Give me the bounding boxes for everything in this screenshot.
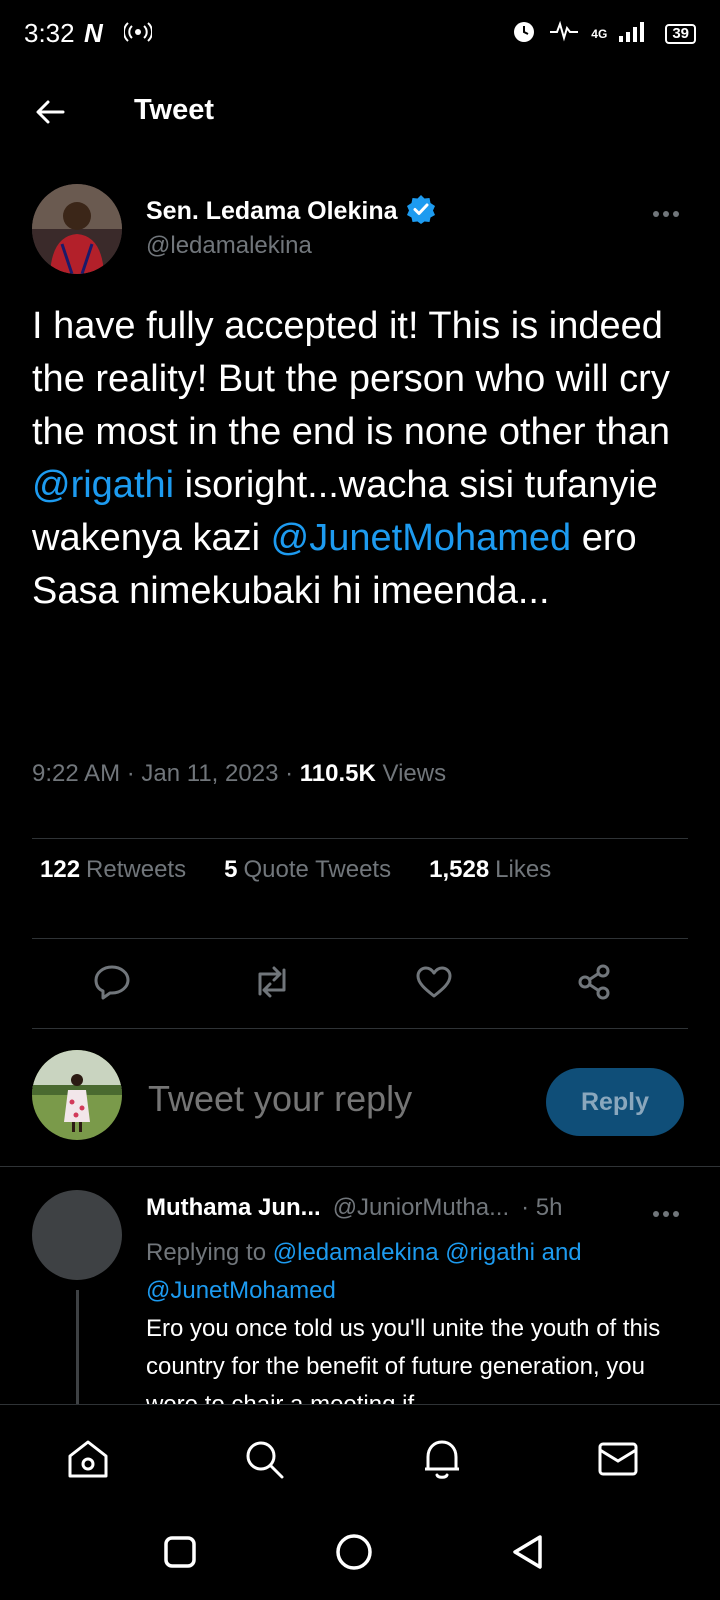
likes-stat[interactable]: 1,528 Likes: [429, 856, 551, 884]
quote-tweets-stat[interactable]: 5 Quote Tweets: [224, 856, 391, 884]
nav-messages-button[interactable]: [596, 1437, 640, 1481]
arrow-left-icon: [36, 100, 65, 124]
more-options-button[interactable]: [652, 194, 680, 225]
quotes-count: 5: [224, 856, 238, 883]
divider: [32, 838, 688, 839]
retweets-label: Retweets: [86, 856, 187, 883]
verified-badge-icon: [406, 194, 436, 229]
views-count: 110.5K: [299, 760, 376, 787]
top-app-bar: Tweet: [0, 66, 720, 156]
hotspot-icon: [122, 20, 154, 49]
activity-icon: [549, 20, 579, 47]
signal-icon: [619, 20, 653, 47]
system-home-button[interactable]: [332, 1530, 376, 1574]
like-action-button[interactable]: [414, 962, 454, 1002]
netflix-notification-icon: N: [84, 18, 103, 48]
retweet-icon: [258, 966, 286, 998]
nav-notifications-button[interactable]: [420, 1437, 464, 1481]
more-dots-icon: [653, 1211, 679, 1217]
alarm-icon: [511, 18, 537, 49]
retweets-count: 122: [40, 856, 81, 883]
share-action-button[interactable]: [574, 962, 614, 1002]
tweet-text: I have fully accepted it! This is indeed…: [32, 300, 682, 618]
notifications-icon: [425, 1440, 459, 1479]
reply-action-button[interactable]: [92, 962, 132, 1002]
author-handle[interactable]: @ledamalekina: [146, 232, 312, 260]
status-bar: 3:32 N 4G 39: [0, 0, 720, 66]
author-avatar[interactable]: [32, 184, 122, 274]
battery-indicator: 39: [665, 23, 696, 44]
nav-search-button[interactable]: [242, 1437, 286, 1481]
more-dots-icon: [653, 211, 679, 217]
home-icon: [68, 1440, 108, 1478]
system-navigation-bar: [0, 1504, 720, 1600]
reply-more-options-button[interactable]: [652, 1194, 680, 1225]
tweet-time: 9:22 AM: [32, 760, 121, 787]
replying-to: Replying to @ledamalekina @rigathi and @…: [146, 1234, 686, 1310]
likes-count: 1,528: [429, 856, 490, 883]
replying-to-prefix: Replying to: [146, 1239, 267, 1266]
reply-input[interactable]: [148, 1078, 518, 1120]
back-button[interactable]: [30, 92, 70, 132]
author-name[interactable]: Sen. Ledama Olekina: [146, 197, 398, 226]
back-triangle-icon: [513, 1535, 542, 1569]
home-circle-icon: [336, 1534, 372, 1570]
current-user-avatar[interactable]: [32, 1050, 122, 1140]
system-back-button[interactable]: [506, 1530, 550, 1574]
tweet-timestamp: 9:22 AM · Jan 11, 2023 · 110.5K Views: [32, 760, 447, 787]
mention-link[interactable]: @rigathi: [32, 464, 174, 506]
thread-line: [76, 1290, 79, 1410]
retweets-stat[interactable]: 122 Retweets: [40, 856, 186, 884]
bottom-navigation: [0, 1404, 720, 1504]
divider: [32, 938, 688, 939]
mention-link[interactable]: @JunetMohamed: [271, 517, 572, 559]
tweet-text-segment: I have fully accepted it! This is indeed…: [32, 305, 670, 453]
recents-icon: [164, 1536, 196, 1568]
divider: [32, 1028, 688, 1029]
reply-author-handle[interactable]: @JuniorMutha...: [333, 1194, 509, 1222]
reply-text-container: Ero you once told us you'll unite the yo…: [146, 1310, 686, 1404]
quotes-label: Quote Tweets: [243, 856, 392, 883]
reply-header: Muthama Jun... @JuniorMutha... · 5h: [146, 1194, 562, 1222]
page-title: Tweet: [134, 94, 215, 126]
status-right-icons: 4G 39: [511, 18, 696, 49]
status-time: 3:32: [24, 18, 75, 48]
recents-button[interactable]: [158, 1530, 202, 1574]
likes-label: Likes: [495, 856, 552, 883]
like-icon: [416, 966, 452, 998]
tweet-actions: [32, 940, 688, 1020]
tweet-date: Jan 11, 2023: [141, 760, 279, 787]
reply-author-name[interactable]: Muthama Jun...: [146, 1194, 321, 1222]
reply-text: Ero you once told us you'll unite the yo…: [146, 1315, 661, 1404]
engagement-stats: 122 Retweets 5 Quote Tweets 1,528 Likes: [40, 856, 551, 884]
retweet-action-button[interactable]: [252, 962, 292, 1002]
reply-time: · 5h: [521, 1194, 563, 1221]
reply-icon: [94, 965, 130, 1000]
views-label: Views: [382, 760, 447, 787]
search-icon: [246, 1441, 284, 1479]
divider: [0, 1166, 720, 1167]
reply-button[interactable]: Reply: [546, 1068, 684, 1136]
author-name-row: Sen. Ledama Olekina: [146, 194, 436, 229]
share-icon: [578, 964, 610, 1000]
nav-home-button[interactable]: [66, 1437, 110, 1481]
reply-author-avatar[interactable]: [32, 1190, 122, 1280]
messages-icon: [598, 1442, 638, 1476]
network-type-label: 4G: [591, 26, 608, 41]
